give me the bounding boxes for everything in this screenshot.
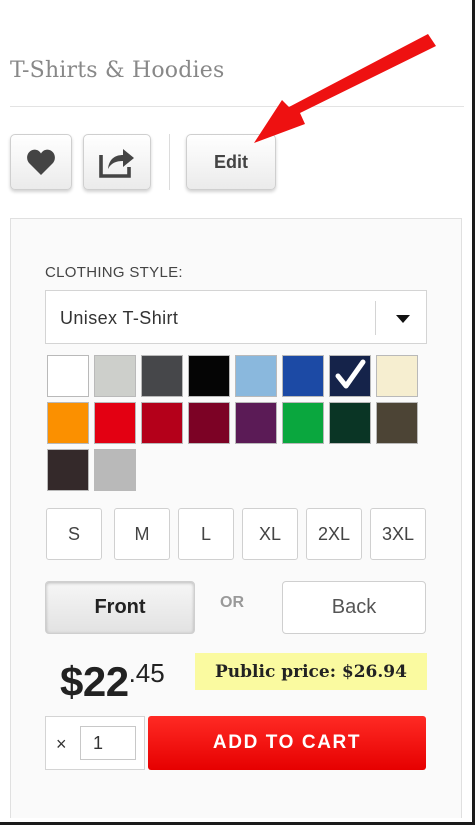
- color-swatch[interactable]: [376, 355, 418, 397]
- product-title: T-Shirts & Hoodies: [10, 58, 225, 83]
- public-price-badge: Public price: $26.94: [195, 653, 427, 690]
- color-swatch[interactable]: [47, 355, 89, 397]
- select-divider: [375, 301, 376, 335]
- price: $22.45: [60, 658, 165, 706]
- color-swatch[interactable]: [188, 355, 230, 397]
- clothing-style-value: Unisex T-Shirt: [60, 308, 179, 328]
- color-swatch[interactable]: [94, 355, 136, 397]
- price-cents: .45: [128, 658, 165, 688]
- color-swatch[interactable]: [329, 402, 371, 444]
- clothing-style-label: CLOTHING STYLE:: [45, 264, 183, 281]
- color-swatch[interactable]: [47, 449, 89, 491]
- size-option[interactable]: L: [178, 508, 234, 560]
- quantity-box: ×: [45, 716, 145, 770]
- color-swatch[interactable]: [235, 402, 277, 444]
- color-swatch[interactable]: [94, 449, 136, 491]
- size-option[interactable]: M: [114, 508, 170, 560]
- size-option[interactable]: XL: [242, 508, 298, 560]
- back-view-button[interactable]: Back: [282, 581, 426, 634]
- size-option[interactable]: 3XL: [370, 508, 426, 560]
- color-swatch[interactable]: [282, 355, 324, 397]
- color-swatch[interactable]: [282, 402, 324, 444]
- color-swatch[interactable]: [329, 355, 371, 397]
- color-swatch[interactable]: [188, 402, 230, 444]
- divider: [10, 106, 464, 107]
- share-button[interactable]: [83, 134, 151, 190]
- chevron-down-icon[interactable]: [396, 315, 410, 323]
- checkmark-icon: [335, 359, 366, 389]
- heart-icon: [27, 149, 55, 175]
- color-swatch[interactable]: [376, 402, 418, 444]
- clothing-style-select[interactable]: Unisex T-Shirt: [45, 290, 427, 344]
- color-swatch[interactable]: [141, 355, 183, 397]
- color-swatch[interactable]: [94, 402, 136, 444]
- color-swatch[interactable]: [47, 402, 89, 444]
- toolbar-separator: [169, 134, 170, 190]
- multiply-icon: ×: [56, 734, 67, 754]
- price-dollars: $22: [60, 658, 129, 705]
- or-label: OR: [220, 594, 244, 611]
- share-icon: [99, 149, 134, 178]
- size-option[interactable]: S: [46, 508, 102, 560]
- quantity-input[interactable]: [80, 726, 136, 760]
- favorite-button[interactable]: [10, 134, 72, 190]
- color-swatch[interactable]: [141, 402, 183, 444]
- color-swatch[interactable]: [235, 355, 277, 397]
- add-to-cart-button[interactable]: ADD TO CART: [148, 716, 426, 770]
- size-option[interactable]: 2XL: [306, 508, 362, 560]
- edit-button[interactable]: Edit: [186, 134, 276, 190]
- front-view-button[interactable]: Front: [45, 581, 195, 634]
